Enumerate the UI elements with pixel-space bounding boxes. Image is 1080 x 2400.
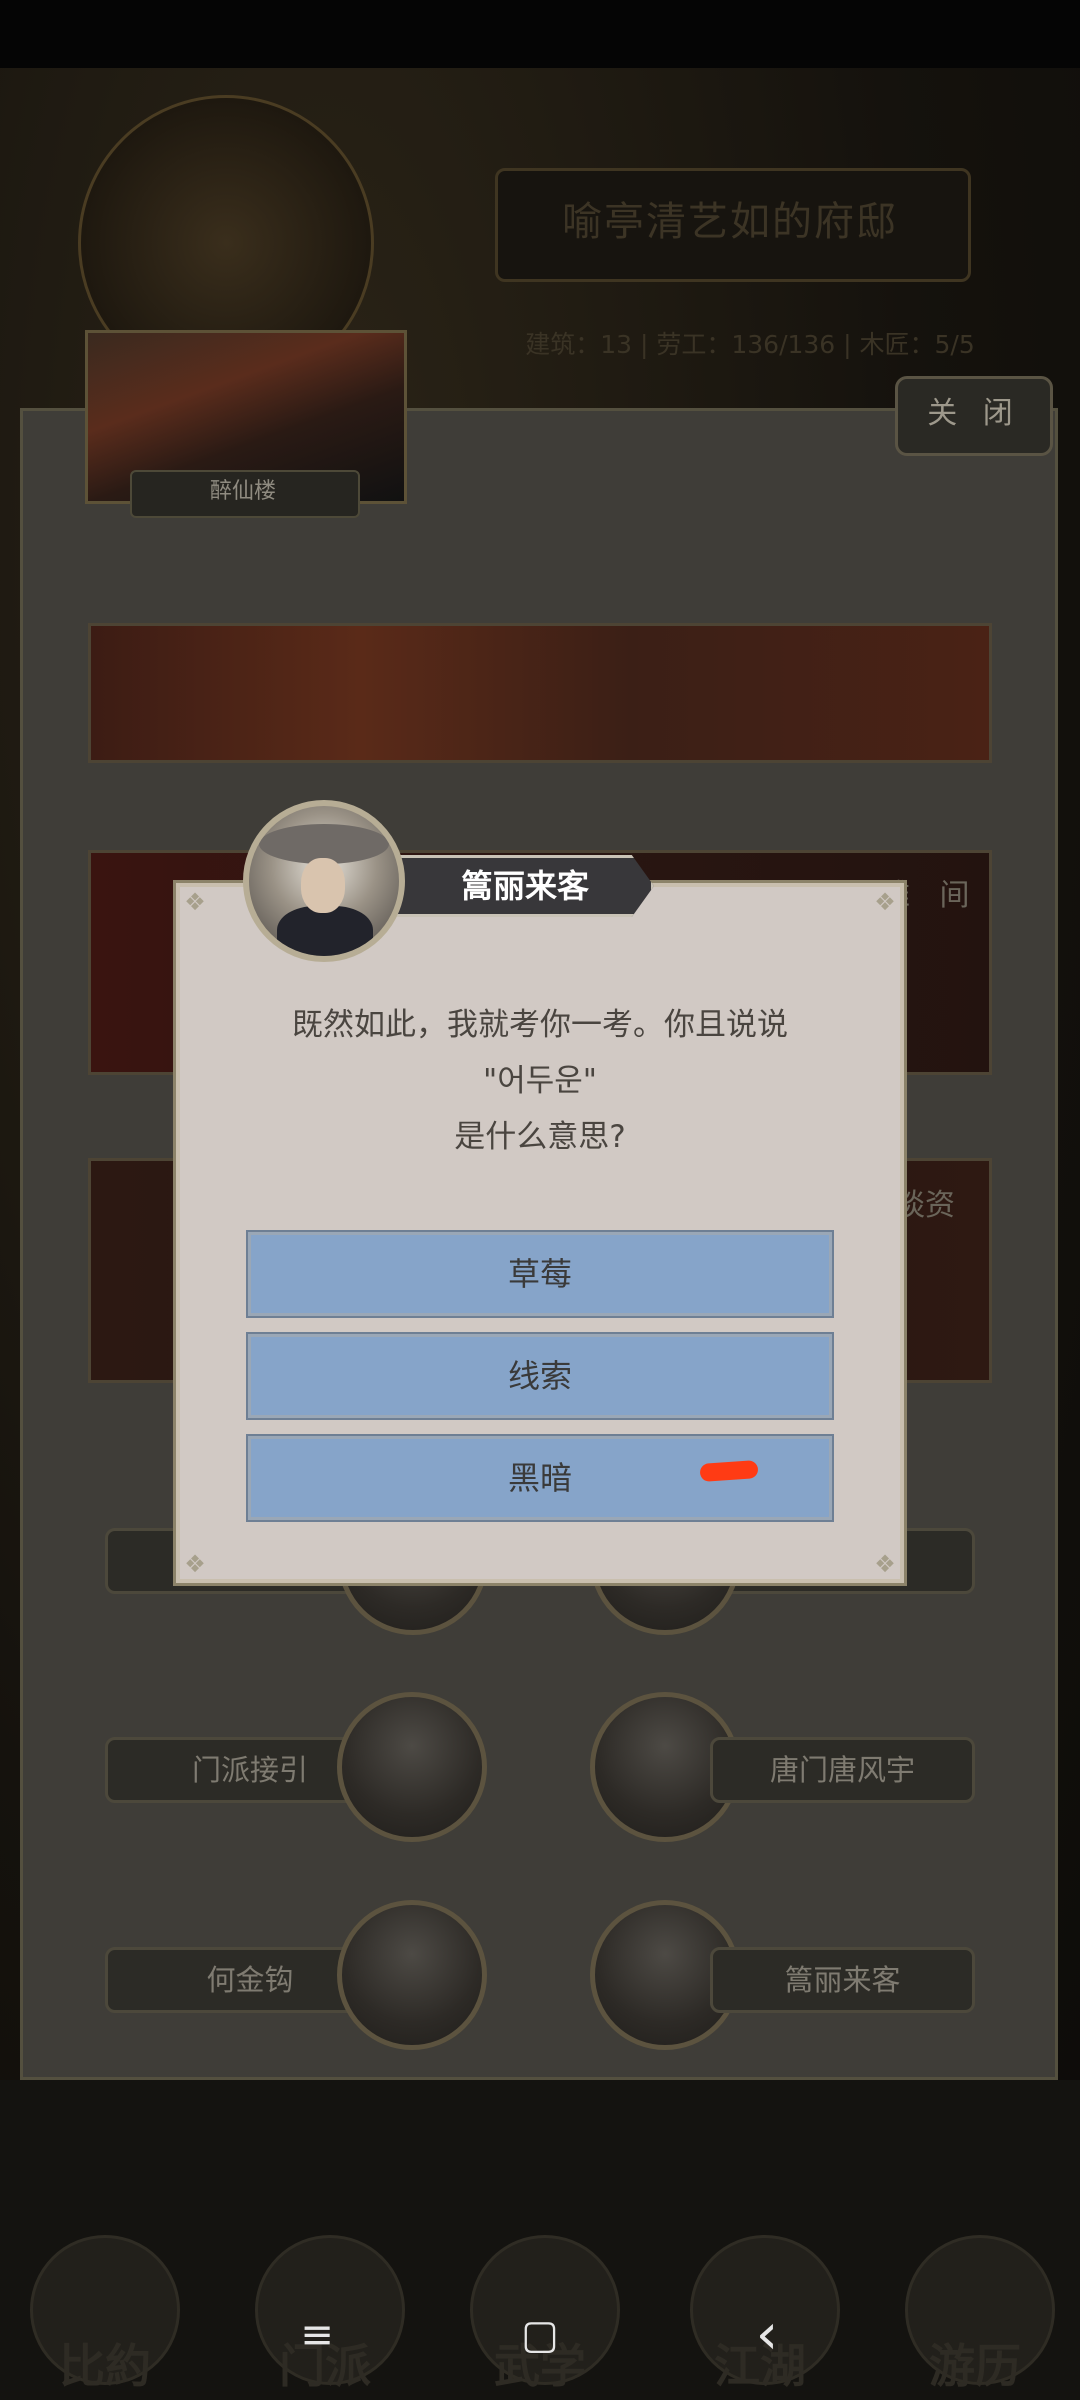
corner-ornament-icon: ❖ — [184, 1550, 206, 1578]
question-line-1: 既然如此，我就考你一考。你且说说 — [292, 1007, 788, 1043]
corner-ornament-icon: ❖ — [874, 1550, 896, 1578]
corner-ornament-icon: ❖ — [184, 888, 206, 916]
answer-option-2[interactable]: 线索 — [246, 1332, 834, 1420]
speaker-name: 篙丽来客 — [460, 867, 589, 905]
question-line-2: "어두운" — [482, 1063, 598, 1099]
face-shape — [301, 858, 345, 913]
question-text: 既然如此，我就考你一考。你且说说 "어두운" 是什么意思? — [220, 997, 860, 1165]
speaker-avatar — [243, 800, 405, 962]
answer-option-1[interactable]: 草莓 — [246, 1230, 834, 1318]
corner-ornament-icon: ❖ — [874, 888, 896, 916]
robe-shape — [277, 906, 373, 956]
question-line-3: 是什么意思? — [454, 1119, 626, 1155]
